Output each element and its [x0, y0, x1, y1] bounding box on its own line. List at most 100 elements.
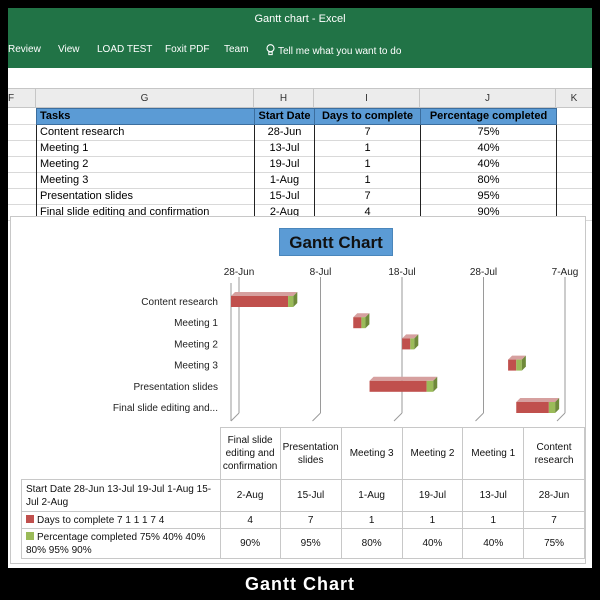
cell-percent[interactable]: 80% — [420, 172, 557, 189]
cell-start[interactable]: 15-Jul — [254, 188, 315, 205]
days-bar — [402, 338, 411, 350]
gantt-chart[interactable]: Gantt Chart 28-Jun 8-Jul 18-Jul 28-Jul 7-Aug… — [10, 216, 586, 564]
data-table-cell: 1 — [462, 511, 525, 529]
percent-legend-key — [26, 531, 34, 540]
tell-me-text: Tell me what you want to do — [278, 46, 402, 57]
cell-task[interactable]: Presentation slides — [36, 188, 255, 205]
data-table-row-label: Days to complete 7 1 1 1 7 4 — [21, 511, 221, 529]
category-label: Meeting 3 — [174, 361, 218, 372]
cell-days[interactable]: 7 — [314, 188, 421, 205]
cell-percent[interactable]: 95% — [420, 188, 557, 205]
lightbulb-icon — [266, 44, 275, 56]
percent-bar — [361, 317, 366, 329]
cell-days[interactable]: 7 — [314, 124, 421, 141]
cell-percent[interactable]: 75% — [420, 124, 557, 141]
data-table-cell: 1 — [340, 511, 403, 529]
data-table-col-header: Meeting 2 — [401, 427, 464, 480]
chart-data-table: Final slide editing and confirmation Pre… — [21, 427, 585, 559]
cell-task[interactable]: Meeting 1 — [36, 140, 255, 157]
data-table-cell: 75% — [523, 528, 585, 559]
x-tick-label: 28-Jun — [224, 267, 255, 278]
data-table-col-header: Content research — [523, 427, 585, 480]
table-row: Meeting 2 19-Jul 1 40% — [36, 156, 557, 173]
percent-bar — [548, 402, 556, 413]
data-table-row-label: Percentage completed 75% 40% 40% 80% 95%… — [21, 528, 221, 559]
data-table-cell: 28-Jun — [523, 479, 585, 512]
table-row: Meeting 1 13-Jul 1 40% — [36, 140, 557, 157]
tell-me-box[interactable]: Tell me what you want to do — [266, 44, 401, 57]
table-row: Meeting 3 1-Aug 1 80% — [36, 172, 557, 189]
ribbon: Review View LOAD TEST Foxit PDF Team Tel… — [8, 32, 592, 68]
data-table-col-header: Meeting 1 — [462, 427, 525, 480]
gantt-plot: 28-Jun 8-Jul 18-Jul 28-Jul 7-Aug Content rese… — [113, 267, 579, 422]
column-header-i[interactable]: I — [314, 89, 420, 108]
days-bar — [353, 317, 362, 329]
data-table-row: Days to complete 7 1 1 1 7 4 4 7 1 1 1 7 — [21, 511, 585, 529]
data-table-header-row: Final slide editing and confirmation Pre… — [21, 427, 585, 480]
cell-start[interactable]: 13-Jul — [254, 140, 315, 157]
cell-task[interactable]: Content research — [36, 124, 255, 141]
cell-percent[interactable]: 40% — [420, 140, 557, 157]
percent-bar — [426, 380, 434, 392]
data-table-cell: 15-Jul — [279, 479, 342, 512]
cell-percent[interactable]: 40% — [420, 156, 557, 173]
days-bar — [369, 380, 427, 392]
data-table-cell: 95% — [279, 528, 342, 559]
data-table-row-label: Start Date 28-Jun 13-Jul 19-Jul 1-Aug 15… — [21, 479, 221, 512]
percent-bar — [410, 338, 415, 350]
task-table: Tasks Start Date Days to complete Percen… — [36, 108, 557, 222]
category-label: Content research — [141, 297, 218, 308]
window-title: Gantt chart - Excel — [8, 8, 592, 32]
column-header-h[interactable]: H — [254, 89, 314, 108]
data-table-cell: 1 — [401, 511, 464, 529]
data-table-row: Percentage completed 75% 40% 40% 80% 95%… — [21, 528, 585, 559]
cell-start[interactable]: 19-Jul — [254, 156, 315, 173]
data-table-col-header: Meeting 3 — [340, 427, 403, 480]
bar-top-face — [516, 398, 560, 402]
data-table-col-header: Final slide editing and confirmation — [219, 427, 281, 480]
data-table-cell: 7 — [523, 511, 585, 529]
tab-load-test[interactable]: LOAD TEST — [97, 44, 152, 55]
tab-review[interactable]: Review — [8, 44, 41, 55]
category-label: Meeting 1 — [174, 318, 218, 329]
data-table-cell: 4 — [219, 511, 281, 529]
data-table-row-text: Days to complete 7 1 1 1 7 4 — [37, 514, 165, 526]
data-table-cell: 13-Jul — [462, 479, 525, 512]
category-label: Presentation slides — [134, 382, 219, 393]
cell-start[interactable]: 1-Aug — [254, 172, 315, 189]
tab-view[interactable]: View — [58, 44, 80, 55]
column-header-j[interactable]: J — [420, 89, 556, 108]
cell-task[interactable]: Meeting 3 — [36, 172, 255, 189]
sheet-grid: Tasks Start Date Days to complete Percen… — [8, 108, 592, 224]
header-start-date[interactable]: Start Date — [254, 108, 315, 125]
days-bar — [231, 296, 289, 307]
header-tasks[interactable]: Tasks — [36, 108, 255, 125]
cell-start[interactable]: 28-Jun — [254, 124, 315, 141]
column-header-k[interactable]: K — [556, 89, 592, 108]
x-tick-label: 7-Aug — [552, 267, 579, 278]
column-headers: F G H I J K — [8, 88, 592, 108]
cell-days[interactable]: 1 — [314, 156, 421, 173]
data-table-row: Start Date 28-Jun 13-Jul 19-Jul 1-Aug 15… — [21, 479, 585, 512]
tab-foxit-pdf[interactable]: Foxit PDF — [165, 44, 209, 55]
column-header-g[interactable]: G — [36, 89, 254, 108]
data-table-col-header: Presentation slides — [279, 427, 342, 480]
category-label: Final slide editing and... — [113, 403, 218, 414]
header-days[interactable]: Days to complete — [314, 108, 421, 125]
days-bar — [508, 359, 517, 371]
cell-task[interactable]: Meeting 2 — [36, 156, 255, 173]
cell-days[interactable]: 1 — [314, 140, 421, 157]
gridline-floor — [312, 412, 321, 422]
x-tick-label: 28-Jul — [470, 267, 497, 278]
column-header-f[interactable]: F — [8, 89, 36, 108]
cell-days[interactable]: 1 — [314, 172, 421, 189]
bar-top-face — [231, 292, 298, 296]
days-legend-key — [26, 514, 34, 523]
data-table-row-text: Percentage completed 75% 40% 40% 80% 95%… — [26, 531, 206, 556]
x-tick-label: 8-Jul — [310, 267, 332, 278]
x-tick-label: 18-Jul — [388, 267, 415, 278]
bar-top-face — [369, 376, 438, 381]
tab-team[interactable]: Team — [224, 44, 248, 55]
image-caption: Gantt Chart — [245, 574, 355, 594]
header-percent[interactable]: Percentage completed — [420, 108, 557, 125]
